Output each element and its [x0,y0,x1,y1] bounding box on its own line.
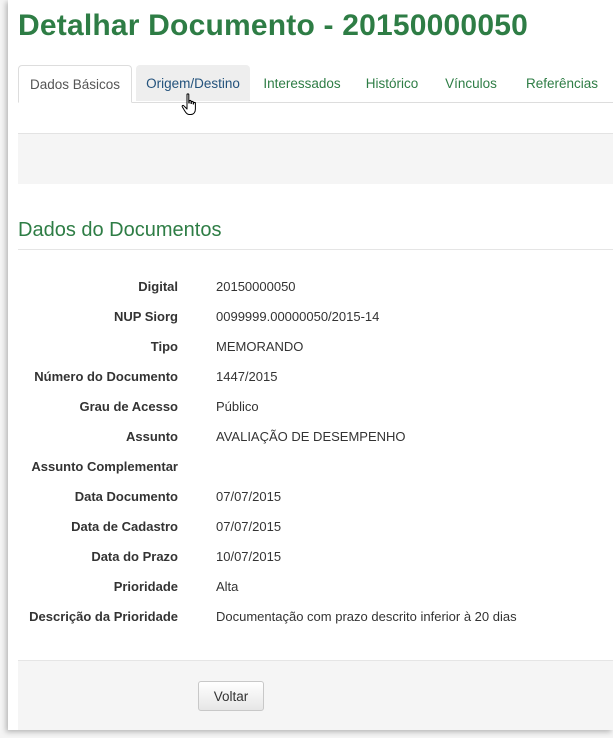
field-row-data-cadastro: Data de Cadastro 07/07/2015 [8,511,613,541]
field-value: 1447/2015 [216,369,278,384]
field-row-tipo: Tipo MEMORANDO [8,331,613,361]
field-label: Descrição da Prioridade [29,609,178,624]
field-row-numero-documento: Número do Documento 1447/2015 [8,361,613,391]
page-frame: Detalhar Documento - 20150000050 Dados B… [8,0,613,730]
page-title: Detalhar Documento - 20150000050 [18,9,528,42]
tab-vinculos[interactable]: Vínculos [441,65,501,101]
field-value: MEMORANDO [216,339,304,354]
field-label: Data do Prazo [91,549,178,564]
tab-dados-basicos[interactable]: Dados Básicos [18,65,132,103]
field-row-prioridade: Prioridade Alta [8,571,613,601]
tab-toolbar-panel [18,133,613,184]
field-label: Tipo [150,339,178,354]
field-row-nup-siorg: NUP Siorg 0099999.00000050/2015-14 [8,301,613,331]
field-label: Número do Documento [34,369,178,384]
field-value: 07/07/2015 [216,519,282,534]
back-button[interactable]: Voltar [198,681,264,711]
field-row-digital: Digital 20150000050 [8,271,613,301]
field-label: Prioridade [113,579,178,594]
section-title: Dados do Documentos [18,219,222,241]
field-row-descricao-prioridade: Descrição da Prioridade Documentação com… [8,601,613,631]
form-actions: Voltar [18,660,613,730]
field-value: 20150000050 [216,279,296,294]
field-row-grau-acesso: Grau de Acesso Público [8,391,613,421]
tab-interessados[interactable]: Interessados [258,65,346,101]
field-row-data-prazo: Data do Prazo 10/07/2015 [8,541,613,571]
field-value: 10/07/2015 [216,549,282,564]
field-row-data-documento: Data Documento 07/07/2015 [8,481,613,511]
field-label: Assunto [126,429,178,444]
tab-historico[interactable]: Histórico [360,65,424,101]
field-label: Data de Cadastro [71,519,178,534]
field-row-assunto-complementar: Assunto Complementar [8,451,613,481]
field-value: Alta [216,579,239,594]
tab-bar: Dados Básicos Origem/Destino Interessado… [18,65,613,103]
field-label: Assunto Complementar [31,459,178,474]
field-value: 0099999.00000050/2015-14 [216,309,380,324]
field-value: Documentação com prazo descrito inferior… [216,609,517,624]
field-row-assunto: Assunto AVALIAÇÃO DE DESEMPENHO [8,421,613,451]
field-label: Digital [138,279,178,294]
field-label: NUP Siorg [113,309,178,324]
tab-referencias[interactable]: Referências [520,65,604,101]
field-label: Grau de Acesso [79,399,178,414]
field-value: Público [216,399,259,414]
field-value: 07/07/2015 [216,489,282,504]
field-value: AVALIAÇÃO DE DESEMPENHO [216,429,406,444]
hand-pointer-icon [181,93,196,115]
field-label: Data Documento [74,489,178,504]
section-divider [18,249,613,250]
